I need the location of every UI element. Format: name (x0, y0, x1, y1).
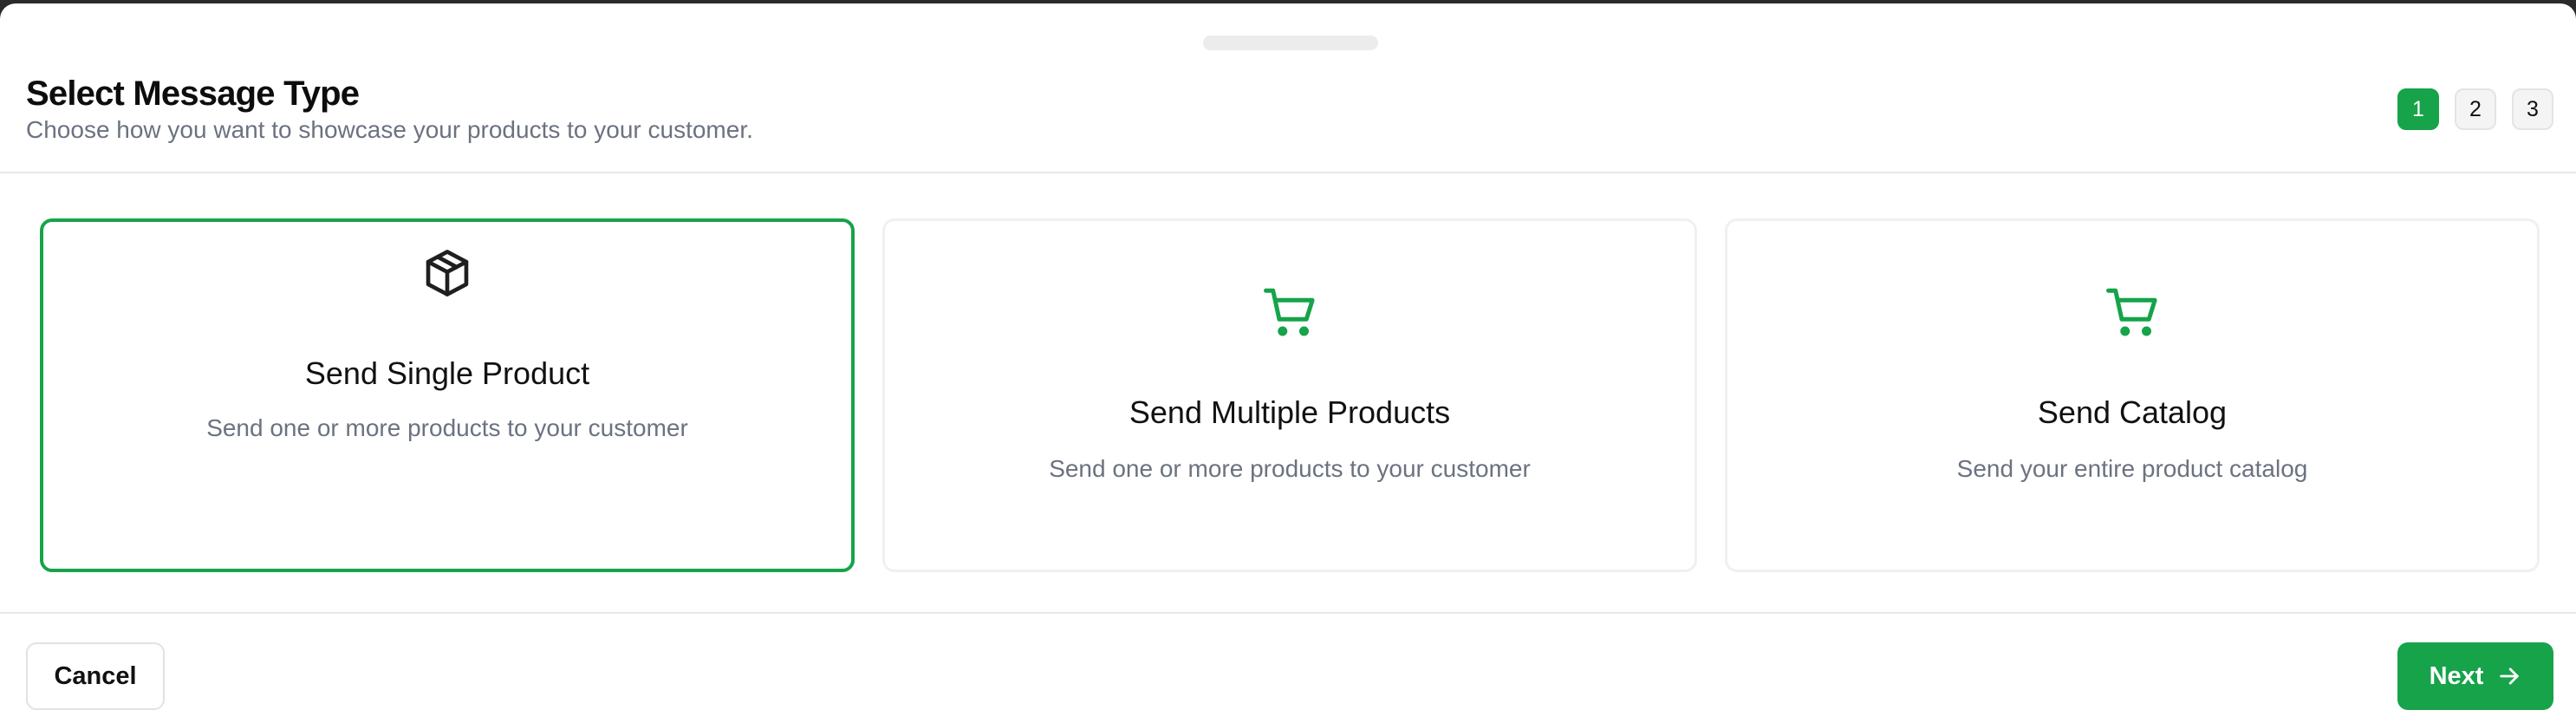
option-single-product[interactable]: Send Single Product Send one or more pro… (40, 218, 855, 572)
option-catalog[interactable]: Send Catalog Send your entire product ca… (1725, 218, 2540, 572)
option-description: Send one or more products to your custom… (206, 414, 688, 441)
step-indicator: 1 2 3 (2397, 88, 2553, 130)
sheet-header: Select Message Type Choose how you want … (0, 3, 2576, 173)
shopping-cart-icon (2104, 283, 2161, 345)
package-icon (420, 246, 474, 304)
option-title: Send Catalog (2037, 394, 2228, 430)
next-label: Next (2429, 661, 2484, 690)
page-title: Select Message Type (26, 75, 360, 113)
cancel-button[interactable]: Cancel (26, 642, 165, 710)
shopping-cart-icon (1261, 283, 1318, 345)
option-description: Send your entire product catalog (1956, 455, 2308, 482)
next-button[interactable]: Next (2397, 642, 2553, 710)
step-3: 3 (2512, 88, 2553, 130)
message-type-sheet: Select Message Type Choose how you want … (0, 3, 2576, 723)
sheet-footer: Cancel Next (0, 612, 2576, 723)
arrow-right-icon (2497, 664, 2521, 688)
message-type-options: Send Single Product Send one or more pro… (40, 218, 2540, 572)
step-1: 1 (2397, 88, 2439, 130)
step-2: 2 (2455, 88, 2496, 130)
option-title: Send Multiple Products (1129, 394, 1451, 430)
option-multiple-products[interactable]: Send Multiple Products Send one or more … (882, 218, 1697, 572)
option-description: Send one or more products to your custom… (1049, 455, 1531, 482)
option-title: Send Single Product (304, 355, 590, 391)
cancel-label: Cancel (54, 661, 137, 690)
page-subtitle: Choose how you want to showcase your pro… (26, 116, 753, 143)
